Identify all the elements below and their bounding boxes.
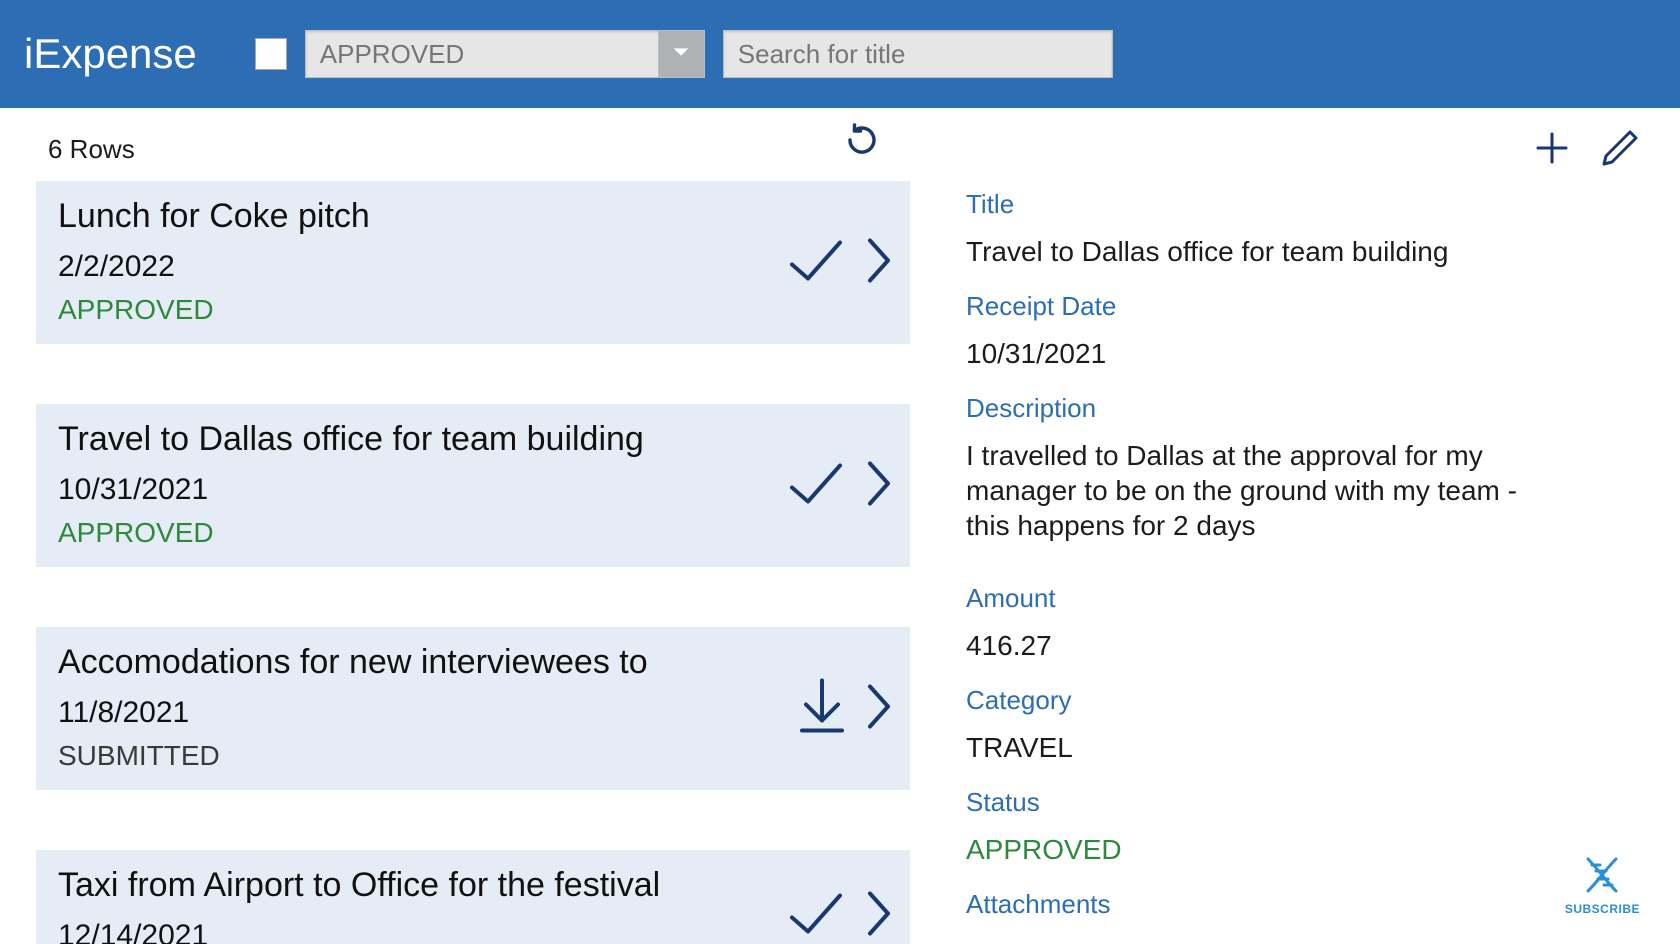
- dna-icon: [1578, 855, 1626, 900]
- expense-card-date: 11/8/2021: [58, 696, 888, 730]
- expense-card-title: Travel to Dallas office for team buildin…: [58, 420, 888, 459]
- check-icon[interactable]: [784, 459, 848, 512]
- detail-value-title: Travel to Dallas office for team buildin…: [966, 234, 1636, 269]
- refresh-icon: [844, 145, 880, 162]
- expense-card-status: APPROVED: [58, 517, 888, 549]
- detail-value-status: APPROVED: [966, 832, 1636, 867]
- expense-list-scroll[interactable]: Lunch for Coke pitch 2/2/2022 APPROVED T…: [36, 181, 916, 944]
- chevron-right-icon[interactable]: [866, 459, 892, 512]
- expense-card-date: 12/14/2021: [58, 919, 888, 944]
- expense-card-title: Accomodations for new interviewees to: [58, 643, 888, 682]
- subscribe-badge[interactable]: SUBSCRIBE: [1565, 855, 1640, 916]
- check-icon[interactable]: [784, 889, 848, 942]
- expense-card-actions: [784, 889, 892, 942]
- expense-card-actions: [784, 459, 892, 512]
- refresh-button[interactable]: [844, 122, 880, 163]
- expense-card-date: 10/31/2021: [58, 473, 888, 507]
- expense-card[interactable]: Travel to Dallas office for team buildin…: [36, 404, 910, 567]
- rows-count-label: 6 Rows: [36, 128, 916, 181]
- app-title: iExpense: [24, 30, 197, 78]
- app-header: iExpense APPROVED: [0, 0, 1680, 108]
- chevron-right-icon[interactable]: [866, 889, 892, 942]
- expense-card-actions: [796, 676, 892, 741]
- expense-list-pane: 6 Rows Lunch for Coke pitch 2/2/2022 APP…: [0, 108, 920, 944]
- detail-value-amount: 416.27: [966, 628, 1636, 663]
- detail-label-status: Status: [966, 787, 1636, 818]
- search-input[interactable]: [723, 30, 1113, 78]
- expense-detail-pane: Title Travel to Dallas office for team b…: [920, 108, 1680, 944]
- detail-label-amount: Amount: [966, 583, 1636, 614]
- detail-value-description: I travelled to Dallas at the approval fo…: [966, 438, 1566, 543]
- expense-card-status: APPROVED: [58, 294, 888, 326]
- detail-label-receipt-date: Receipt Date: [966, 291, 1636, 322]
- detail-label-category: Category: [966, 685, 1636, 716]
- header-checkbox[interactable]: [255, 38, 287, 70]
- detail-label-attachments: Attachments: [966, 889, 1636, 920]
- expense-card-title: Lunch for Coke pitch: [58, 197, 888, 236]
- main-area: 6 Rows Lunch for Coke pitch 2/2/2022 APP…: [0, 108, 1680, 944]
- check-icon[interactable]: [784, 236, 848, 289]
- chevron-right-icon[interactable]: [866, 682, 892, 735]
- download-icon[interactable]: [796, 676, 848, 741]
- detail-toolbar: [966, 128, 1656, 173]
- detail-spacer: [966, 934, 1636, 944]
- expense-card[interactable]: Lunch for Coke pitch 2/2/2022 APPROVED: [36, 181, 910, 344]
- expense-card-date: 2/2/2022: [58, 250, 888, 284]
- detail-scroll[interactable]: Title Travel to Dallas office for team b…: [966, 183, 1656, 944]
- expense-card[interactable]: Taxi from Airport to Office for the fest…: [36, 850, 910, 944]
- expense-card-status: SUBMITTED: [58, 740, 888, 772]
- status-filter-select[interactable]: APPROVED: [305, 30, 705, 78]
- detail-label-title: Title: [966, 189, 1636, 220]
- chevron-right-icon[interactable]: [866, 236, 892, 289]
- expense-card-actions: [784, 236, 892, 289]
- detail-value-receipt-date: 10/31/2021: [966, 336, 1636, 371]
- expense-card[interactable]: Accomodations for new interviewees to 11…: [36, 627, 910, 790]
- status-filter-chevron-button[interactable]: [658, 31, 704, 77]
- expense-card-title: Taxi from Airport to Office for the fest…: [58, 866, 888, 905]
- detail-label-description: Description: [966, 393, 1636, 424]
- subscribe-label: SUBSCRIBE: [1565, 902, 1640, 916]
- edit-button[interactable]: [1600, 128, 1640, 173]
- status-filter-value: APPROVED: [306, 39, 658, 70]
- chevron-down-icon: [670, 41, 692, 68]
- add-button[interactable]: [1532, 128, 1572, 173]
- detail-value-category: TRAVEL: [966, 730, 1636, 765]
